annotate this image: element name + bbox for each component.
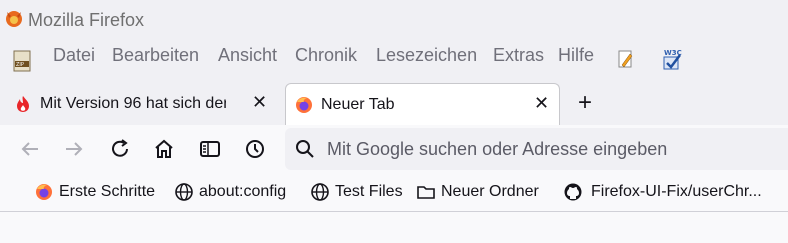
- url-placeholder: Mit Google suchen oder Adresse eingeben: [327, 139, 668, 159]
- menu-lesezeichen[interactable]: Lesezeichen: [376, 45, 477, 66]
- firefox-app-icon: [6, 11, 22, 27]
- zip-icon[interactable]: ZIP: [12, 49, 32, 73]
- bookmark-erste-schritte[interactable]: Erste Schritte: [59, 183, 155, 201]
- bookmark-neuer-ordner[interactable]: Neuer Ordner: [441, 183, 539, 201]
- svg-text:ZIP: ZIP: [16, 62, 24, 68]
- reload-icon[interactable]: [108, 137, 132, 161]
- tab-strip: Mit Version 96 hat sich der a ✕ Neuer Ta…: [0, 83, 788, 127]
- tab-neuer-tab[interactable]: Neuer Tab ✕: [285, 83, 560, 127]
- globe-icon: [175, 183, 193, 201]
- menu-bearbeiten[interactable]: Bearbeiten: [112, 45, 199, 66]
- bookmark-firefox-ui-fix[interactable]: Firefox-UI-Fix/userChr...: [591, 183, 762, 201]
- firefox-icon: [36, 184, 52, 200]
- menu-chronik[interactable]: Chronik: [295, 45, 357, 66]
- github-icon: [564, 183, 582, 201]
- sidebar-icon[interactable]: [198, 137, 222, 161]
- bookmarks-toolbar: Erste Schritte about:config Test Files N…: [0, 173, 788, 212]
- globe-icon: [311, 183, 329, 201]
- tab-close-icon[interactable]: ✕: [252, 92, 267, 113]
- menu-extras[interactable]: Extras: [493, 45, 544, 66]
- new-tab-button[interactable]: +: [578, 89, 592, 117]
- menu-hilfe[interactable]: Hilfe: [558, 45, 594, 66]
- search-icon: [296, 140, 314, 158]
- flame-icon: [17, 96, 29, 112]
- tab-version-96[interactable]: Mit Version 96 hat sich der a ✕: [4, 83, 274, 125]
- window-title: Mozilla Firefox: [28, 10, 145, 30]
- bookmark-about-config[interactable]: about:config: [199, 183, 286, 201]
- menu-ansicht[interactable]: Ansicht: [218, 45, 277, 66]
- forward-icon[interactable]: [62, 137, 86, 161]
- home-icon[interactable]: [152, 137, 176, 161]
- tab-label: Neuer Tab: [321, 96, 395, 113]
- menu-bar: ZIP Datei Bearbeiten Ansicht Chronik Les…: [0, 40, 788, 83]
- folder-icon: [417, 186, 435, 199]
- w3c-validator-icon[interactable]: W3C: [660, 46, 686, 72]
- history-clock-icon[interactable]: [243, 137, 267, 161]
- edit-pencil-icon[interactable]: [616, 49, 636, 71]
- tab-label: Mit Version 96 hat sich der a: [40, 95, 226, 112]
- back-icon[interactable]: [18, 137, 42, 161]
- firefox-icon: [296, 97, 312, 113]
- page-content: [0, 212, 788, 243]
- tab-close-icon[interactable]: ✕: [534, 93, 549, 114]
- bookmark-test-files[interactable]: Test Files: [335, 183, 403, 201]
- menu-datei[interactable]: Datei: [53, 45, 95, 66]
